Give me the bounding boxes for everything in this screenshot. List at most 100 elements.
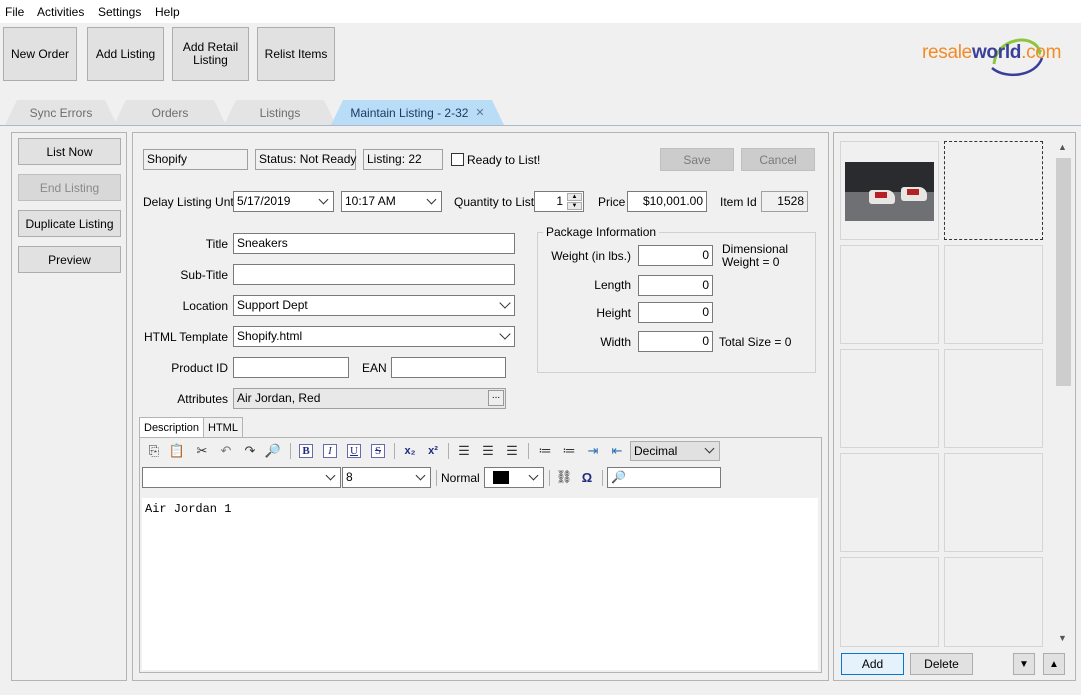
- add-listing-button[interactable]: Add Listing: [87, 27, 164, 81]
- location-label: Location: [182, 299, 228, 313]
- menu-file[interactable]: File: [5, 5, 24, 19]
- height-input[interactable]: 0: [638, 302, 713, 323]
- image-slot-8[interactable]: [944, 453, 1043, 552]
- bullet-list-icon[interactable]: ≔: [535, 441, 555, 461]
- menu-help[interactable]: Help: [155, 5, 180, 19]
- chevron-down-icon: [318, 194, 329, 205]
- cancel-button[interactable]: Cancel: [741, 148, 815, 171]
- close-tab-icon[interactable]: ✕: [475, 106, 484, 119]
- list-now-button[interactable]: List Now: [18, 138, 121, 165]
- paragraph-style-label[interactable]: Normal: [441, 471, 480, 486]
- width-input[interactable]: 0: [638, 331, 713, 352]
- delay-date-value: 5/17/2019: [237, 194, 291, 208]
- end-listing-button[interactable]: End Listing: [18, 174, 121, 201]
- list-style-value: Decimal: [634, 444, 678, 458]
- scroll-up-icon[interactable]: ▲: [1058, 142, 1067, 152]
- chevron-down-icon: [325, 470, 336, 481]
- logo-resale: resale: [922, 42, 972, 63]
- numbered-list-icon[interactable]: ≔: [559, 441, 579, 461]
- menu-activities[interactable]: Activities: [37, 5, 84, 19]
- stepper-up-icon[interactable]: ▲: [567, 193, 582, 201]
- italic-icon[interactable]: I: [320, 441, 340, 461]
- stepper-down-icon[interactable]: ▼: [567, 202, 582, 210]
- image-slot-6[interactable]: [944, 349, 1043, 448]
- image-slot-5[interactable]: [840, 349, 939, 448]
- paste-icon[interactable]: 📋: [167, 441, 187, 461]
- new-order-button[interactable]: New Order: [3, 27, 77, 81]
- tab-listings[interactable]: Listings: [224, 100, 336, 125]
- price-field[interactable]: $10,001.00: [627, 191, 707, 212]
- image-slot-9[interactable]: [840, 557, 939, 647]
- ready-to-list-label: Ready to List!: [467, 153, 541, 167]
- special-character-icon[interactable]: Ω: [577, 467, 597, 487]
- image-slot-3[interactable]: [840, 245, 939, 344]
- delete-image-button[interactable]: Delete: [910, 653, 973, 675]
- attributes-browse-button[interactable]: ...: [488, 390, 504, 406]
- description-content-area[interactable]: Air Jordan 1: [142, 498, 818, 670]
- duplicate-listing-button[interactable]: Duplicate Listing: [18, 210, 121, 237]
- tab-html-label: HTML: [208, 421, 238, 434]
- ean-input[interactable]: [391, 357, 506, 378]
- chevron-down-icon: [528, 470, 539, 481]
- find-text-input[interactable]: 🔎: [607, 467, 721, 488]
- tab-html[interactable]: HTML: [203, 417, 243, 437]
- location-select[interactable]: Support Dept: [233, 295, 515, 316]
- quantity-label: Quantity to List: [454, 195, 535, 209]
- delete-image-label: Delete: [924, 657, 959, 671]
- toolbar-separator: [394, 443, 395, 459]
- image-slot-2-selected[interactable]: [944, 141, 1043, 240]
- weight-input[interactable]: 0: [638, 245, 713, 266]
- product-id-input[interactable]: [233, 357, 349, 378]
- indent-icon[interactable]: ⇥: [583, 441, 603, 461]
- save-button[interactable]: Save: [660, 148, 734, 171]
- delay-date-picker[interactable]: 5/17/2019: [233, 191, 334, 212]
- scroll-down-icon[interactable]: ▼: [1058, 633, 1067, 643]
- add-retail-listing-button[interactable]: Add Retail Listing: [172, 27, 249, 81]
- align-right-icon[interactable]: ☰: [502, 441, 522, 461]
- undo-icon[interactable]: ↶: [216, 441, 236, 461]
- tab-orders[interactable]: Orders: [114, 100, 226, 125]
- align-left-icon[interactable]: ☰: [454, 441, 474, 461]
- font-size-select[interactable]: 8: [342, 467, 431, 488]
- image-slot-10[interactable]: [944, 557, 1043, 647]
- color-swatch: [493, 471, 509, 484]
- tab-description[interactable]: Description: [139, 417, 205, 438]
- outdent-icon[interactable]: ⇤: [607, 441, 627, 461]
- find-icon[interactable]: 🔎: [263, 441, 283, 461]
- bold-icon[interactable]: B: [296, 441, 316, 461]
- list-style-select[interactable]: Decimal: [630, 441, 720, 461]
- new-order-label: New Order: [10, 46, 69, 61]
- strikethrough-icon[interactable]: S: [368, 441, 388, 461]
- superscript-icon[interactable]: x²: [423, 441, 443, 461]
- underline-icon[interactable]: U: [344, 441, 364, 461]
- scrollbar-thumb[interactable]: [1056, 158, 1071, 386]
- tab-sync-errors[interactable]: Sync Errors: [5, 100, 117, 125]
- menu-settings[interactable]: Settings: [98, 5, 141, 19]
- ready-to-list-checkbox[interactable]: [451, 153, 464, 166]
- subtitle-input[interactable]: [233, 264, 515, 285]
- delay-time-picker[interactable]: 10:17 AM: [341, 191, 442, 212]
- preview-button[interactable]: Preview: [18, 246, 121, 273]
- image-slot-1[interactable]: [840, 141, 939, 240]
- cut-icon[interactable]: ✂: [192, 441, 212, 461]
- align-center-icon[interactable]: ☰: [478, 441, 498, 461]
- length-input[interactable]: 0: [638, 275, 713, 296]
- logo-wordmark: resaleworld.com: [922, 42, 1061, 64]
- move-down-icon[interactable]: ▼: [1013, 653, 1035, 675]
- font-family-select[interactable]: [142, 467, 341, 488]
- chevron-down-icon: [704, 443, 715, 454]
- image-slot-7[interactable]: [840, 453, 939, 552]
- title-input[interactable]: Sneakers: [233, 233, 515, 254]
- redo-icon[interactable]: ↷: [240, 441, 260, 461]
- move-up-icon[interactable]: ▲: [1043, 653, 1065, 675]
- tab-maintain-listing[interactable]: Maintain Listing - 2-32 ✕: [331, 100, 504, 125]
- html-template-select[interactable]: Shopify.html: [233, 326, 515, 347]
- image-slot-4[interactable]: [944, 245, 1043, 344]
- relist-items-button[interactable]: Relist Items: [257, 27, 335, 81]
- font-color-select[interactable]: [484, 467, 544, 488]
- menu-bar: File Activities Settings Help: [0, 0, 1081, 23]
- add-image-button[interactable]: Add: [841, 653, 904, 675]
- link-icon[interactable]: ⛓: [554, 467, 574, 487]
- subscript-icon[interactable]: x₂: [400, 441, 420, 461]
- copy-icon[interactable]: ⎘: [144, 441, 164, 461]
